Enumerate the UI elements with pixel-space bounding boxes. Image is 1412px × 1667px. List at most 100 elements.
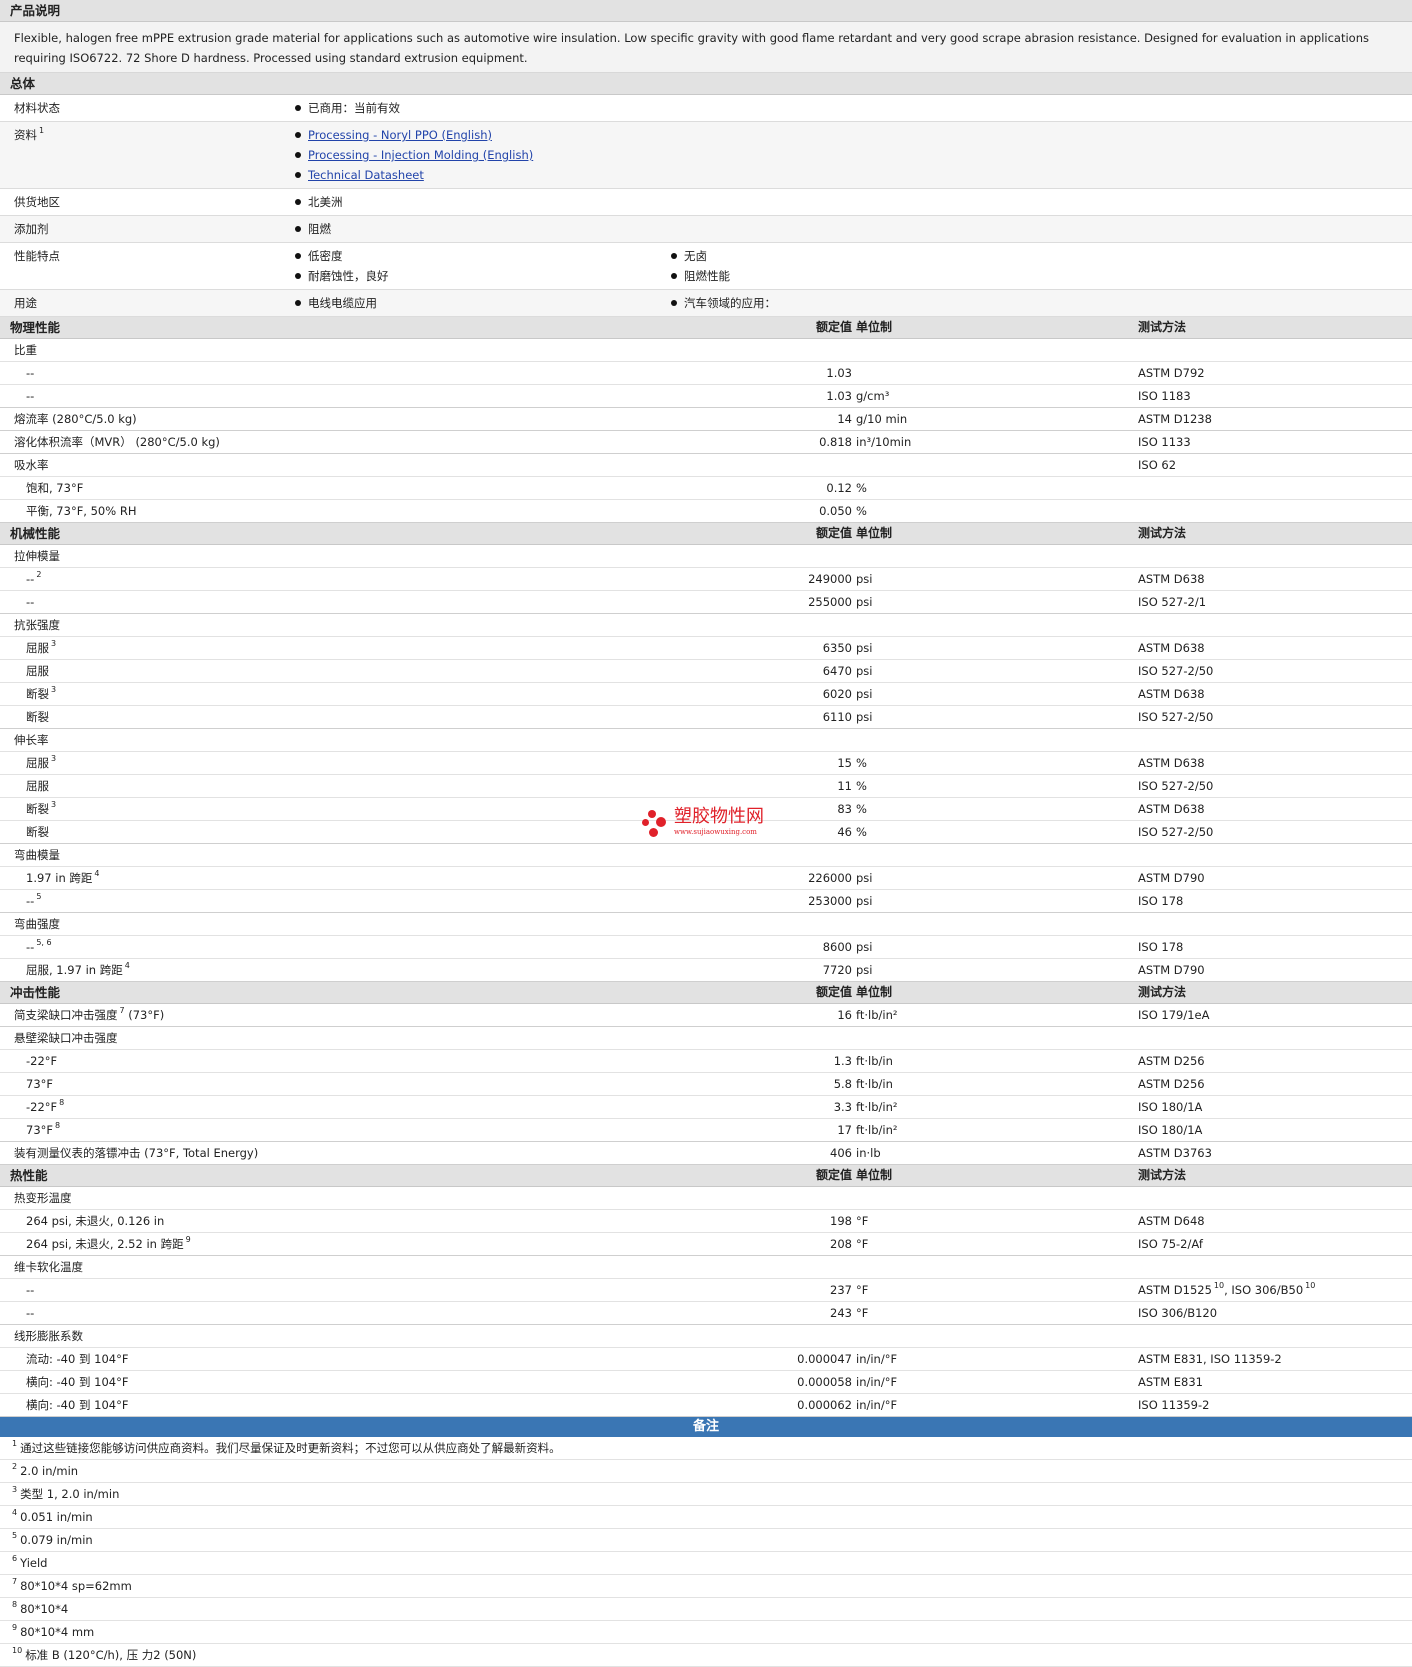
test-method: ASTM D638: [1138, 687, 1205, 701]
property-unit: psi: [856, 664, 873, 678]
property-row: -- 1.03 ASTM D792: [0, 362, 1412, 385]
test-method: ISO 180/1A: [1138, 1123, 1203, 1137]
property-row: 热变形温度: [0, 1187, 1412, 1210]
property-row: 流动: -40 到 104°F 0.000047 in/in/°F ASTM E831…: [0, 1348, 1412, 1371]
footnote-ref: 8: [12, 1600, 18, 1609]
property-value: 3.3: [833, 1100, 852, 1114]
property-unit: psi: [856, 641, 873, 655]
note-text: 标准 B (120°C/h), 压 力2 (50N): [25, 1648, 197, 1662]
general-row: 性能特点 低密度 无卤 耐磨蚀性，良好 阻燃性能: [0, 243, 1412, 290]
property-value: 14: [837, 412, 852, 426]
property-row: 弯曲强度: [0, 913, 1412, 936]
resource-link[interactable]: Processing - Injection Molding (English): [308, 148, 533, 162]
property-row: -- 1.03 g/cm³ ISO 1183: [0, 385, 1412, 408]
bullet-text: 汽车领域的应用：: [684, 296, 776, 310]
test-method: ASTM D638: [1138, 756, 1205, 770]
test-method: ISO 178: [1138, 940, 1184, 954]
property-unit: g/10 min: [856, 412, 908, 426]
property-value: 0.000062: [797, 1398, 852, 1412]
property-condition: (280°C/5.0 kg): [52, 412, 137, 426]
test-method: ASTM D1525 10, ISO 306/B50 10: [1138, 1281, 1316, 1297]
property-row: 平衡, 73°F, 50% RH 0.050%: [0, 500, 1412, 523]
note-text: Yield: [20, 1556, 48, 1570]
bullet-item[interactable]: Processing - Noryl PPO (English): [292, 125, 1032, 145]
test-method: ASTM E831: [1138, 1375, 1203, 1389]
property-condition: (73°F): [128, 1008, 165, 1022]
resource-link[interactable]: Technical Datasheet: [308, 168, 424, 182]
test-method: ISO 306/B120: [1138, 1306, 1218, 1320]
general-label: 材料状态: [14, 101, 60, 115]
footnote-ref: 2: [12, 1462, 18, 1471]
column-header-unit: 单位制: [856, 985, 893, 999]
test-method: ISO 527-2/50: [1138, 664, 1214, 678]
property-value: 0.000047: [797, 1352, 852, 1366]
property-row: 横向: -40 到 104°F 0.000058 in/in/°F ASTM E831: [0, 1371, 1412, 1394]
property-sections: 物理性能 额定值 单位制 测试方法 比重 -- 1.03 ASTM D792 -- 1.03 g/c…: [0, 317, 1412, 1417]
test-method: ISO 527-2/1: [1138, 595, 1207, 609]
property-label: 1.97 in 跨距 4: [26, 869, 100, 885]
property-unit: psi: [856, 710, 873, 724]
test-method: ASTM D790: [1138, 963, 1205, 977]
property-unit: psi: [856, 595, 873, 609]
property-label: -- 5, 6: [26, 938, 52, 954]
footnote-ref: 6: [12, 1554, 18, 1563]
bullet-text: 已商用：当前有效: [308, 101, 400, 115]
property-value: 243: [830, 1306, 852, 1320]
general-table: 材料状态 已商用：当前有效 资料 1 Processing - Noryl PPO (E…: [0, 95, 1412, 317]
test-method: ISO 527-2/50: [1138, 710, 1214, 724]
property-label: 流动: -40 到 104°F: [26, 1352, 129, 1366]
property-value: 198: [830, 1214, 852, 1228]
property-label: -- 5: [26, 892, 42, 908]
property-label: 屈服 3: [26, 639, 57, 655]
property-label: 屈服, 1.97 in 跨距 4: [26, 961, 130, 977]
property-label: 264 psi, 未退火, 0.126 in: [26, 1214, 165, 1228]
watermark-text: 塑胶物性网: [674, 806, 764, 827]
property-row: 拉伸模量: [0, 545, 1412, 568]
property-condition: (73°F, Total Energy): [144, 1146, 259, 1160]
property-unit: %: [856, 802, 867, 816]
bullet-item: 电线电缆应用: [292, 293, 668, 313]
footnote-ref: 4: [94, 869, 100, 878]
property-row: 断裂 3 6020 psi ASTM D638: [0, 683, 1412, 706]
notes-list: 1 通过这些链接您能够访问供应商资料。我们尽量保证及时更新资料；不过您可以从供应商…: [0, 1437, 1412, 1667]
test-method: ASTM D792: [1138, 366, 1205, 380]
column-header-method: 测试方法: [1138, 526, 1187, 540]
property-unit: psi: [856, 687, 873, 701]
property-value: 0.050: [819, 504, 852, 518]
column-header-method: 测试方法: [1138, 1168, 1187, 1182]
footnote-ref: 10: [12, 1646, 23, 1655]
property-row: -- 237 °F ASTM D1525 10, ISO 306/B50 10: [0, 1279, 1412, 1302]
footnote-ref: 4: [12, 1508, 18, 1517]
property-label: 热变形温度: [14, 1191, 72, 1205]
property-unit: °F: [856, 1237, 869, 1251]
property-label: 73°F: [26, 1077, 53, 1091]
footnote-ref: 5, 6: [36, 938, 52, 947]
bullet-text: 无卤: [684, 249, 707, 263]
property-row: 熔流率 (280°C/5.0 kg) 14 g/10 min ASTM D1238: [0, 408, 1412, 431]
test-method: ISO 1183: [1138, 389, 1191, 403]
property-label: 弯曲模量: [14, 848, 60, 862]
section-title: 机械性能: [10, 526, 61, 541]
property-label: 横向: -40 到 104°F: [26, 1375, 129, 1389]
property-value: 253000: [808, 894, 852, 908]
property-label: 伸长率: [14, 733, 49, 747]
footnote-ref: 10: [1213, 1281, 1225, 1290]
general-row: 添加剂 阻燃: [0, 216, 1412, 243]
property-value: 0.12: [826, 481, 852, 495]
bullet-item: 耐磨蚀性，良好: [292, 266, 668, 286]
property-label: --: [26, 1306, 35, 1320]
property-unit: ft·lb/in²: [856, 1008, 898, 1022]
test-method: ASTM D638: [1138, 802, 1205, 816]
property-row: 屈服 3 6350 psi ASTM D638: [0, 637, 1412, 660]
bullet-item: 低密度: [292, 246, 668, 266]
bullet-item[interactable]: Technical Datasheet: [292, 165, 1032, 185]
property-label: 屈服 3: [26, 754, 57, 770]
property-unit: %: [856, 825, 867, 839]
general-values: Processing - Noryl PPO (English) Processi…: [292, 122, 1412, 188]
property-row: 屈服 6470 psi ISO 527-2/50: [0, 660, 1412, 683]
property-unit: ft·lb/in²: [856, 1123, 898, 1137]
resource-link[interactable]: Processing - Noryl PPO (English): [308, 128, 492, 142]
bullet-item[interactable]: Processing - Injection Molding (English): [292, 145, 1032, 165]
section-header: 冲击性能 额定值 单位制 测试方法: [0, 982, 1412, 1004]
property-value: 5.8: [833, 1077, 852, 1091]
